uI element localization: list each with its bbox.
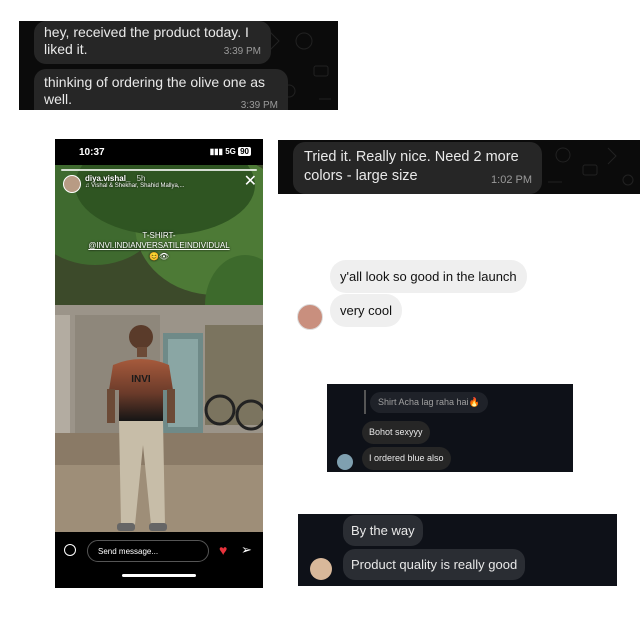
story-caption-mention[interactable]: @INVI.INDIANVERSATILEINDIVIDUAL	[55, 241, 263, 250]
message-time: 3:39 PM	[223, 46, 261, 57]
home-indicator	[122, 574, 196, 577]
whatsapp-chat-panel-right: Tried it. Really nice. Need 2 more color…	[278, 140, 640, 194]
shirt-print-text: INVI	[131, 374, 151, 385]
message-text: I ordered blue also	[369, 453, 444, 463]
message-text: y'all look so good in the launch	[340, 269, 517, 284]
close-icon[interactable]: ✕	[244, 171, 257, 191]
message-bubble[interactable]: thinking of ordering the olive one as we…	[34, 69, 288, 110]
message-bubble[interactable]: Bohot sexyyy	[362, 421, 430, 444]
story-username-row[interactable]: diya.vishal_ 5h	[85, 174, 146, 183]
signal-icon: ▮▮▮	[209, 147, 223, 156]
instagram-dm-panel-dark: Shirt Acha lag raha hai🔥 Bohot sexyyy I …	[327, 384, 573, 472]
message-time: 3:39 PM	[240, 100, 278, 110]
message-time: 1:02 PM	[491, 174, 532, 186]
reply-preview-text: Shirt Acha lag raha hai🔥	[378, 397, 480, 407]
message-text: Tried it. Really nice. Need 2 more color…	[304, 149, 519, 184]
sender-avatar[interactable]	[310, 558, 332, 580]
message-bubble[interactable]: y'all look so good in the launch	[330, 260, 527, 293]
network-label: 5G	[225, 147, 236, 156]
status-indicators: ▮▮▮ 5G 90	[210, 147, 251, 156]
story-photo: INVI	[55, 165, 263, 588]
message-text: hey, received the product today. I liked…	[44, 24, 249, 57]
sender-avatar[interactable]	[337, 454, 353, 470]
instagram-story-screen: INVI 10:37 ▮▮▮ 5G 90 diya.vishal_ 5h ♫ V…	[55, 139, 263, 588]
message-bubble[interactable]: I ordered blue also	[362, 447, 451, 470]
message-bubble[interactable]: By the way	[343, 515, 423, 546]
heart-icon[interactable]: ♥	[219, 542, 227, 558]
reply-indicator-line	[364, 390, 366, 414]
emoji-sticker: 😊👁	[148, 252, 170, 261]
story-username[interactable]: diya.vishal_	[85, 174, 130, 183]
send-message-input[interactable]: Send message...	[87, 540, 209, 562]
message-bubble[interactable]: hey, received the product today. I liked…	[34, 21, 271, 64]
whatsapp-chat-panel-top: hey, received the product today. I liked…	[19, 21, 338, 110]
story-reply-bar: Send message... ♥ ➢	[55, 532, 263, 588]
replied-message-preview[interactable]: Shirt Acha lag raha hai🔥	[370, 392, 488, 413]
story-music-row[interactable]: ♫ Vishal & Shekhar, Shahid Mallya,...	[85, 183, 184, 189]
status-time: 10:37	[79, 147, 105, 158]
message-bubble[interactable]: Tried it. Really nice. Need 2 more color…	[293, 142, 542, 194]
message-text: thinking of ordering the olive one as we…	[44, 74, 266, 107]
camera-icon[interactable]	[64, 544, 76, 556]
message-text: Bohot sexyyy	[369, 427, 423, 437]
message-bubble[interactable]: Product quality is really good	[343, 549, 526, 580]
story-progress-bar	[61, 169, 257, 171]
message-bubble[interactable]: very cool	[330, 294, 403, 327]
story-caption-line1: T-SHIRT-	[142, 231, 176, 240]
message-text: By the way	[351, 523, 415, 538]
battery-icon: 90	[238, 147, 251, 156]
send-icon[interactable]: ➢	[241, 542, 252, 558]
story-avatar[interactable]	[63, 175, 81, 193]
sender-avatar[interactable]	[297, 304, 323, 330]
story-music: Vishal & Shekhar, Shahid Mallya,...	[91, 183, 185, 189]
story-time-ago: 5h	[136, 174, 146, 183]
message-text: very cool	[340, 303, 393, 318]
message-text: Product quality is really good	[351, 557, 518, 572]
instagram-dm-panel-bottom: By the way Product quality is really goo…	[298, 514, 617, 586]
